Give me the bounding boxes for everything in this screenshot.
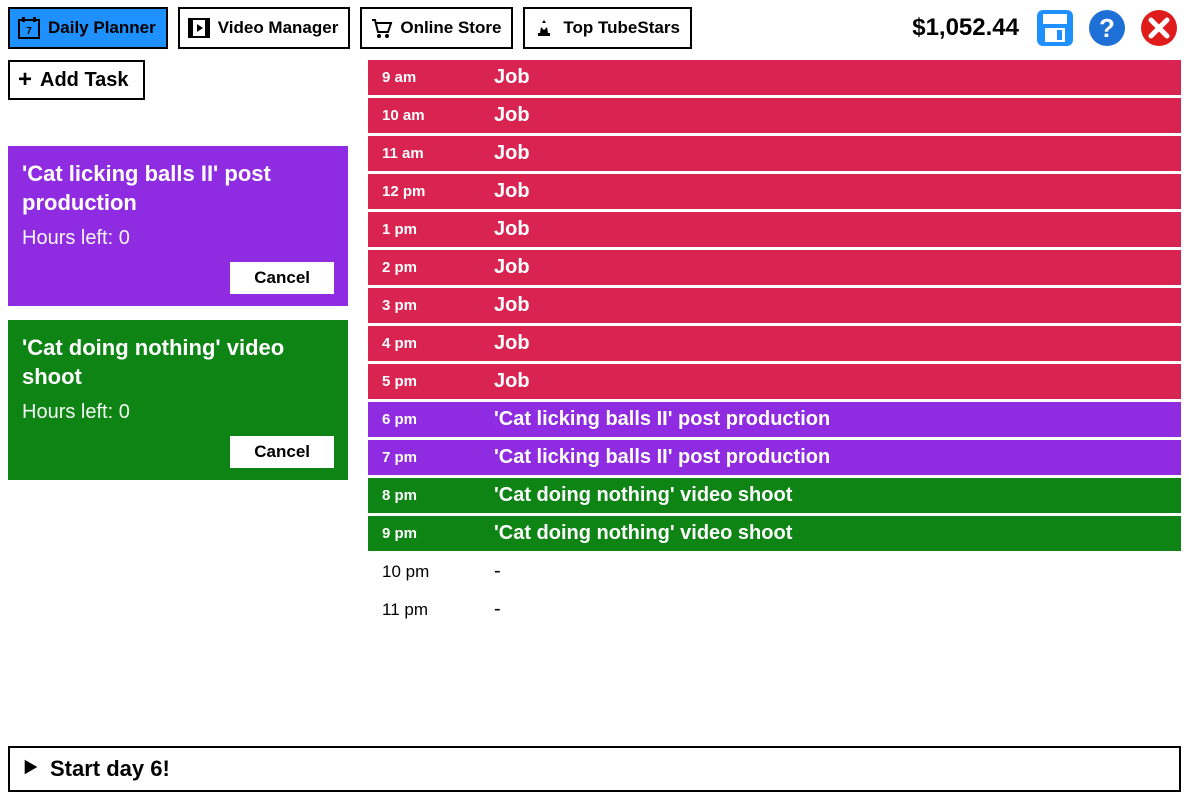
cart-icon	[368, 15, 394, 41]
slot-time: 11 am	[382, 145, 494, 162]
nav-daily-planner[interactable]: 7 Daily Planner	[8, 7, 168, 49]
nav-label: Top TubeStars	[563, 18, 680, 38]
slot-label: -	[494, 598, 501, 621]
slot-time: 6 pm	[382, 411, 494, 428]
slot-label: 'Cat doing nothing' video shoot	[494, 484, 792, 507]
schedule-slot[interactable]: 4 pmJob	[368, 326, 1181, 361]
slot-time: 10 am	[382, 107, 494, 124]
slot-label: Job	[494, 294, 530, 317]
schedule-slot[interactable]: 9 pm'Cat doing nothing' video shoot	[368, 516, 1181, 551]
slot-time: 12 pm	[382, 183, 494, 200]
close-button[interactable]	[1137, 6, 1181, 50]
schedule-slot[interactable]: 10 amJob	[368, 98, 1181, 133]
schedule-slot[interactable]: 6 pm'Cat licking balls II' post producti…	[368, 402, 1181, 437]
nav-label: Online Store	[400, 18, 501, 38]
main-content: + Add Task 'Cat licking balls II' post p…	[0, 56, 1189, 630]
task-title: 'Cat doing nothing' video shoot	[22, 334, 334, 391]
save-button[interactable]	[1033, 6, 1077, 50]
play-icon	[22, 756, 40, 782]
king-icon	[531, 15, 557, 41]
schedule-slot[interactable]: 1 pmJob	[368, 212, 1181, 247]
cancel-button[interactable]: Cancel	[230, 436, 334, 468]
task-title: 'Cat licking balls II' post production	[22, 160, 334, 217]
film-icon	[186, 15, 212, 41]
slot-time: 8 pm	[382, 487, 494, 504]
task-hours-left: Hours left: 0	[22, 227, 334, 250]
svg-text:?: ?	[1099, 13, 1115, 43]
start-day-label: Start day 6!	[50, 756, 170, 782]
nav-label: Video Manager	[218, 18, 339, 38]
task-card-post-production[interactable]: 'Cat licking balls II' post production H…	[8, 146, 348, 306]
schedule-slot[interactable]: 8 pm'Cat doing nothing' video shoot	[368, 478, 1181, 513]
top-right-controls: $1,052.44 ?	[912, 6, 1181, 50]
schedule-column: 9 amJob10 amJob11 amJob12 pmJob1 pmJob2 …	[368, 60, 1181, 630]
slot-time: 2 pm	[382, 259, 494, 276]
calendar-icon: 7	[16, 15, 42, 41]
slot-time: 10 pm	[382, 562, 494, 582]
task-card-video-shoot[interactable]: 'Cat doing nothing' video shoot Hours le…	[8, 320, 348, 480]
schedule-slot[interactable]: 12 pmJob	[368, 174, 1181, 209]
slot-time: 4 pm	[382, 335, 494, 352]
slot-label: Job	[494, 332, 530, 355]
schedule-slot: 11 pm-	[368, 592, 1181, 627]
slot-label: Job	[494, 104, 530, 127]
slot-label: 'Cat licking balls II' post production	[494, 408, 830, 431]
slot-label: Job	[494, 142, 530, 165]
slot-label: Job	[494, 180, 530, 203]
plus-icon: +	[18, 68, 32, 92]
add-task-label: Add Task	[40, 69, 129, 92]
slot-time: 1 pm	[382, 221, 494, 238]
slot-label: Job	[494, 256, 530, 279]
nav-online-store[interactable]: Online Store	[360, 7, 513, 49]
slot-label: Job	[494, 218, 530, 241]
schedule-slot[interactable]: 11 amJob	[368, 136, 1181, 171]
task-sidebar: + Add Task 'Cat licking balls II' post p…	[8, 60, 348, 630]
task-hours-left: Hours left: 0	[22, 401, 334, 424]
cancel-button[interactable]: Cancel	[230, 262, 334, 294]
slot-time: 5 pm	[382, 373, 494, 390]
schedule-slot[interactable]: 9 amJob	[368, 60, 1181, 95]
slot-time: 3 pm	[382, 297, 494, 314]
balance-display: $1,052.44	[912, 14, 1019, 42]
schedule-slot[interactable]: 2 pmJob	[368, 250, 1181, 285]
schedule-slot[interactable]: 3 pmJob	[368, 288, 1181, 323]
top-nav: 7 Daily Planner Video Manager Online Sto…	[0, 0, 1189, 56]
schedule-slot[interactable]: 5 pmJob	[368, 364, 1181, 399]
add-task-button[interactable]: + Add Task	[8, 60, 145, 100]
start-day-button[interactable]: Start day 6!	[8, 746, 1181, 792]
slot-time: 9 am	[382, 69, 494, 86]
nav-label: Daily Planner	[48, 18, 156, 38]
slot-time: 9 pm	[382, 525, 494, 542]
help-button[interactable]: ?	[1085, 6, 1129, 50]
schedule-slot[interactable]: 7 pm'Cat licking balls II' post producti…	[368, 440, 1181, 475]
slot-time: 11 pm	[382, 600, 494, 620]
slot-time: 7 pm	[382, 449, 494, 466]
schedule-slot: 10 pm-	[368, 554, 1181, 589]
slot-label: Job	[494, 370, 530, 393]
slot-label: -	[494, 560, 501, 583]
slot-label: 'Cat licking balls II' post production	[494, 446, 830, 469]
svg-text:7: 7	[26, 26, 32, 37]
nav-video-manager[interactable]: Video Manager	[178, 7, 351, 49]
slot-label: Job	[494, 66, 530, 89]
nav-top-tubestars[interactable]: Top TubeStars	[523, 7, 692, 49]
slot-label: 'Cat doing nothing' video shoot	[494, 522, 792, 545]
